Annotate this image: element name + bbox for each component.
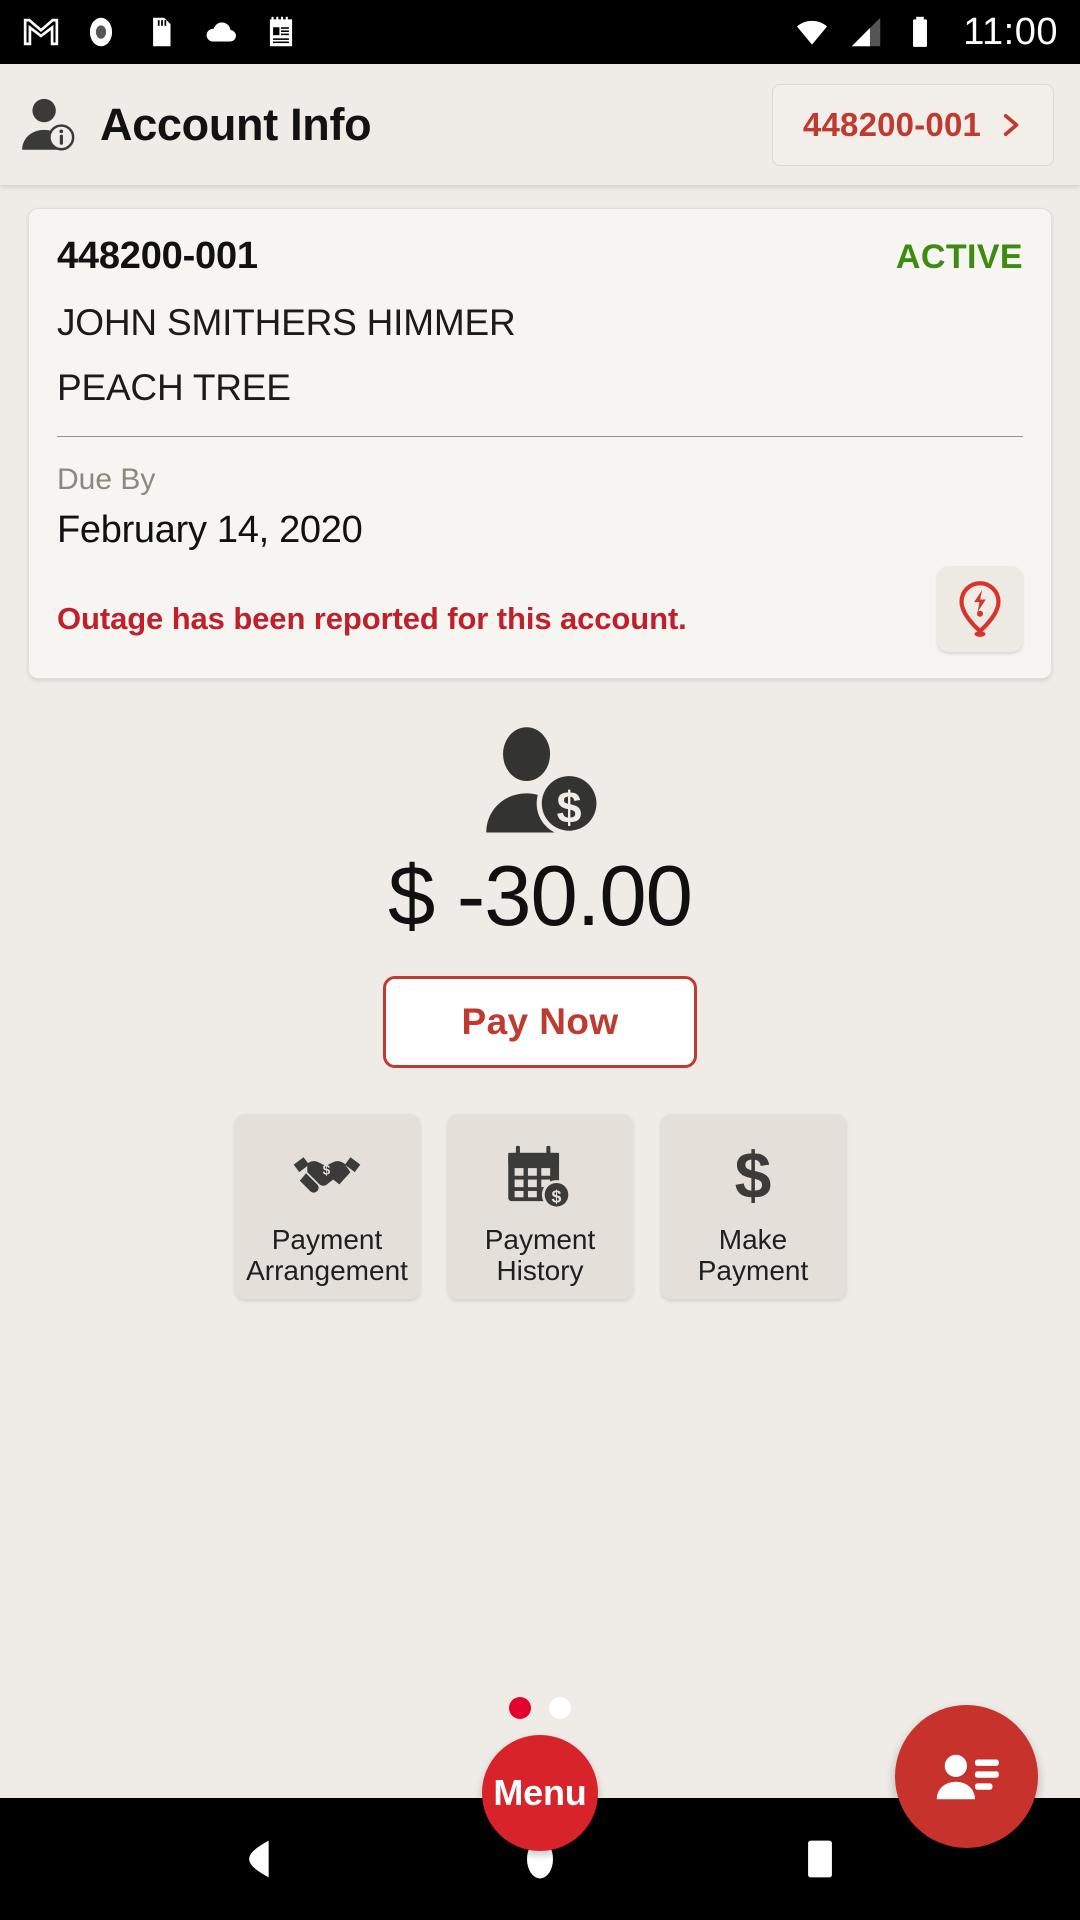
balance-amount: $ -30.00 bbox=[388, 849, 693, 944]
outage-pin-icon bbox=[959, 581, 1001, 637]
customer-name: JOHN SMITHERS HIMMER bbox=[57, 302, 516, 343]
account-card-header-row: 448200-001 ACTIVE bbox=[57, 235, 1023, 278]
outage-alert-row: Outage has been reported for this accoun… bbox=[57, 566, 1023, 652]
recents-nav-button[interactable] bbox=[785, 1824, 855, 1894]
battery-icon bbox=[913, 16, 928, 47]
svg-text:$: $ bbox=[557, 782, 582, 832]
account-switcher-button[interactable]: 448200-001 bbox=[772, 83, 1054, 166]
recents-nav-icon bbox=[808, 1840, 832, 1878]
carousel-pagination bbox=[0, 1697, 1080, 1719]
svg-text:$: $ bbox=[552, 1186, 562, 1206]
chevron-right-icon bbox=[1003, 113, 1019, 136]
svg-text:$: $ bbox=[323, 1163, 331, 1178]
app-header: Account Info 448200-001 bbox=[0, 64, 1080, 185]
tile-payment-history-label: Payment History bbox=[485, 1224, 596, 1287]
tile-payment-history[interactable]: $ Payment History bbox=[447, 1114, 633, 1299]
account-summary-card[interactable]: 448200-001 ACTIVE JOHN SMITHERS HIMMER P… bbox=[28, 208, 1052, 679]
pagination-dot-active[interactable] bbox=[509, 1697, 531, 1719]
notepad-icon bbox=[269, 16, 293, 47]
main-content: 448200-001 ACTIVE JOHN SMITHERS HIMMER P… bbox=[0, 185, 1080, 1851]
contact-card-icon bbox=[936, 1754, 999, 1799]
gmail-icon bbox=[23, 18, 59, 46]
account-switcher-label: 448200-001 bbox=[802, 105, 982, 143]
tile-label-line1: Payment bbox=[484, 1224, 596, 1255]
status-bar: 11:00 bbox=[0, 0, 1080, 64]
app-screen: 11:00 Account Info 448200-001 448200-001… bbox=[0, 0, 1080, 1920]
cloud-icon bbox=[206, 22, 236, 42]
quick-action-tiles: $ Payment Arrangement $ Payment History … bbox=[0, 1114, 1080, 1299]
cellular-signal-icon bbox=[851, 17, 881, 47]
outage-message: Outage has been reported for this accoun… bbox=[57, 601, 687, 636]
sd-card-icon bbox=[153, 17, 171, 47]
person-info-icon bbox=[22, 98, 75, 150]
tile-payment-arrangement[interactable]: $ Payment Arrangement bbox=[234, 1114, 420, 1299]
tile-label-line2: Arrangement bbox=[246, 1255, 408, 1287]
app-header-title-group: Account Info bbox=[18, 92, 372, 158]
menu-button-label: Menu bbox=[493, 1772, 587, 1813]
pay-now-row: Pay Now bbox=[0, 976, 1080, 1068]
menu-button[interactable]: Menu bbox=[482, 1735, 598, 1851]
status-bar-clock: 11:00 bbox=[963, 10, 1058, 53]
back-nav-button[interactable] bbox=[225, 1824, 295, 1894]
pagination-dot-inactive[interactable] bbox=[549, 1697, 571, 1719]
person-dollar-icon: $ bbox=[486, 727, 602, 836]
record-icon bbox=[89, 17, 113, 47]
tile-label-line1: Make bbox=[718, 1224, 788, 1255]
status-bar-notification-icons bbox=[22, 13, 300, 51]
tile-label-line2: Payment bbox=[697, 1255, 809, 1287]
tile-make-payment-label: Make Payment bbox=[698, 1224, 809, 1287]
account-number: 448200-001 bbox=[57, 235, 258, 277]
dollar-sign-icon: $ bbox=[735, 1144, 772, 1210]
tile-label-line2: History bbox=[496, 1255, 584, 1287]
page-title: Account Info bbox=[100, 98, 372, 150]
back-nav-icon bbox=[249, 1840, 269, 1878]
due-by-date: February 14, 2020 bbox=[57, 509, 363, 551]
tile-label-line1: Payment bbox=[271, 1224, 383, 1255]
wifi-icon bbox=[797, 20, 828, 45]
pay-now-button[interactable]: Pay Now bbox=[383, 976, 697, 1068]
svg-text:$: $ bbox=[735, 1144, 772, 1210]
status-badge: ACTIVE bbox=[895, 238, 1023, 276]
handshake-dollar-icon: $ bbox=[293, 1157, 361, 1193]
balance-section: $ $ -30.00 Pay Now bbox=[0, 725, 1080, 1068]
due-by-label: Due By bbox=[57, 463, 156, 496]
tile-make-payment[interactable]: $ Make Payment bbox=[660, 1114, 846, 1299]
card-divider bbox=[57, 436, 1023, 437]
status-bar-system-icons: 11:00 bbox=[793, 11, 1058, 54]
tile-payment-arrangement-label: Payment Arrangement bbox=[246, 1224, 408, 1287]
outage-status-button[interactable] bbox=[937, 566, 1023, 652]
calendar-dollar-icon: $ bbox=[508, 1145, 572, 1210]
contact-us-button[interactable] bbox=[895, 1705, 1038, 1848]
service-address: PEACH TREE bbox=[57, 367, 291, 408]
